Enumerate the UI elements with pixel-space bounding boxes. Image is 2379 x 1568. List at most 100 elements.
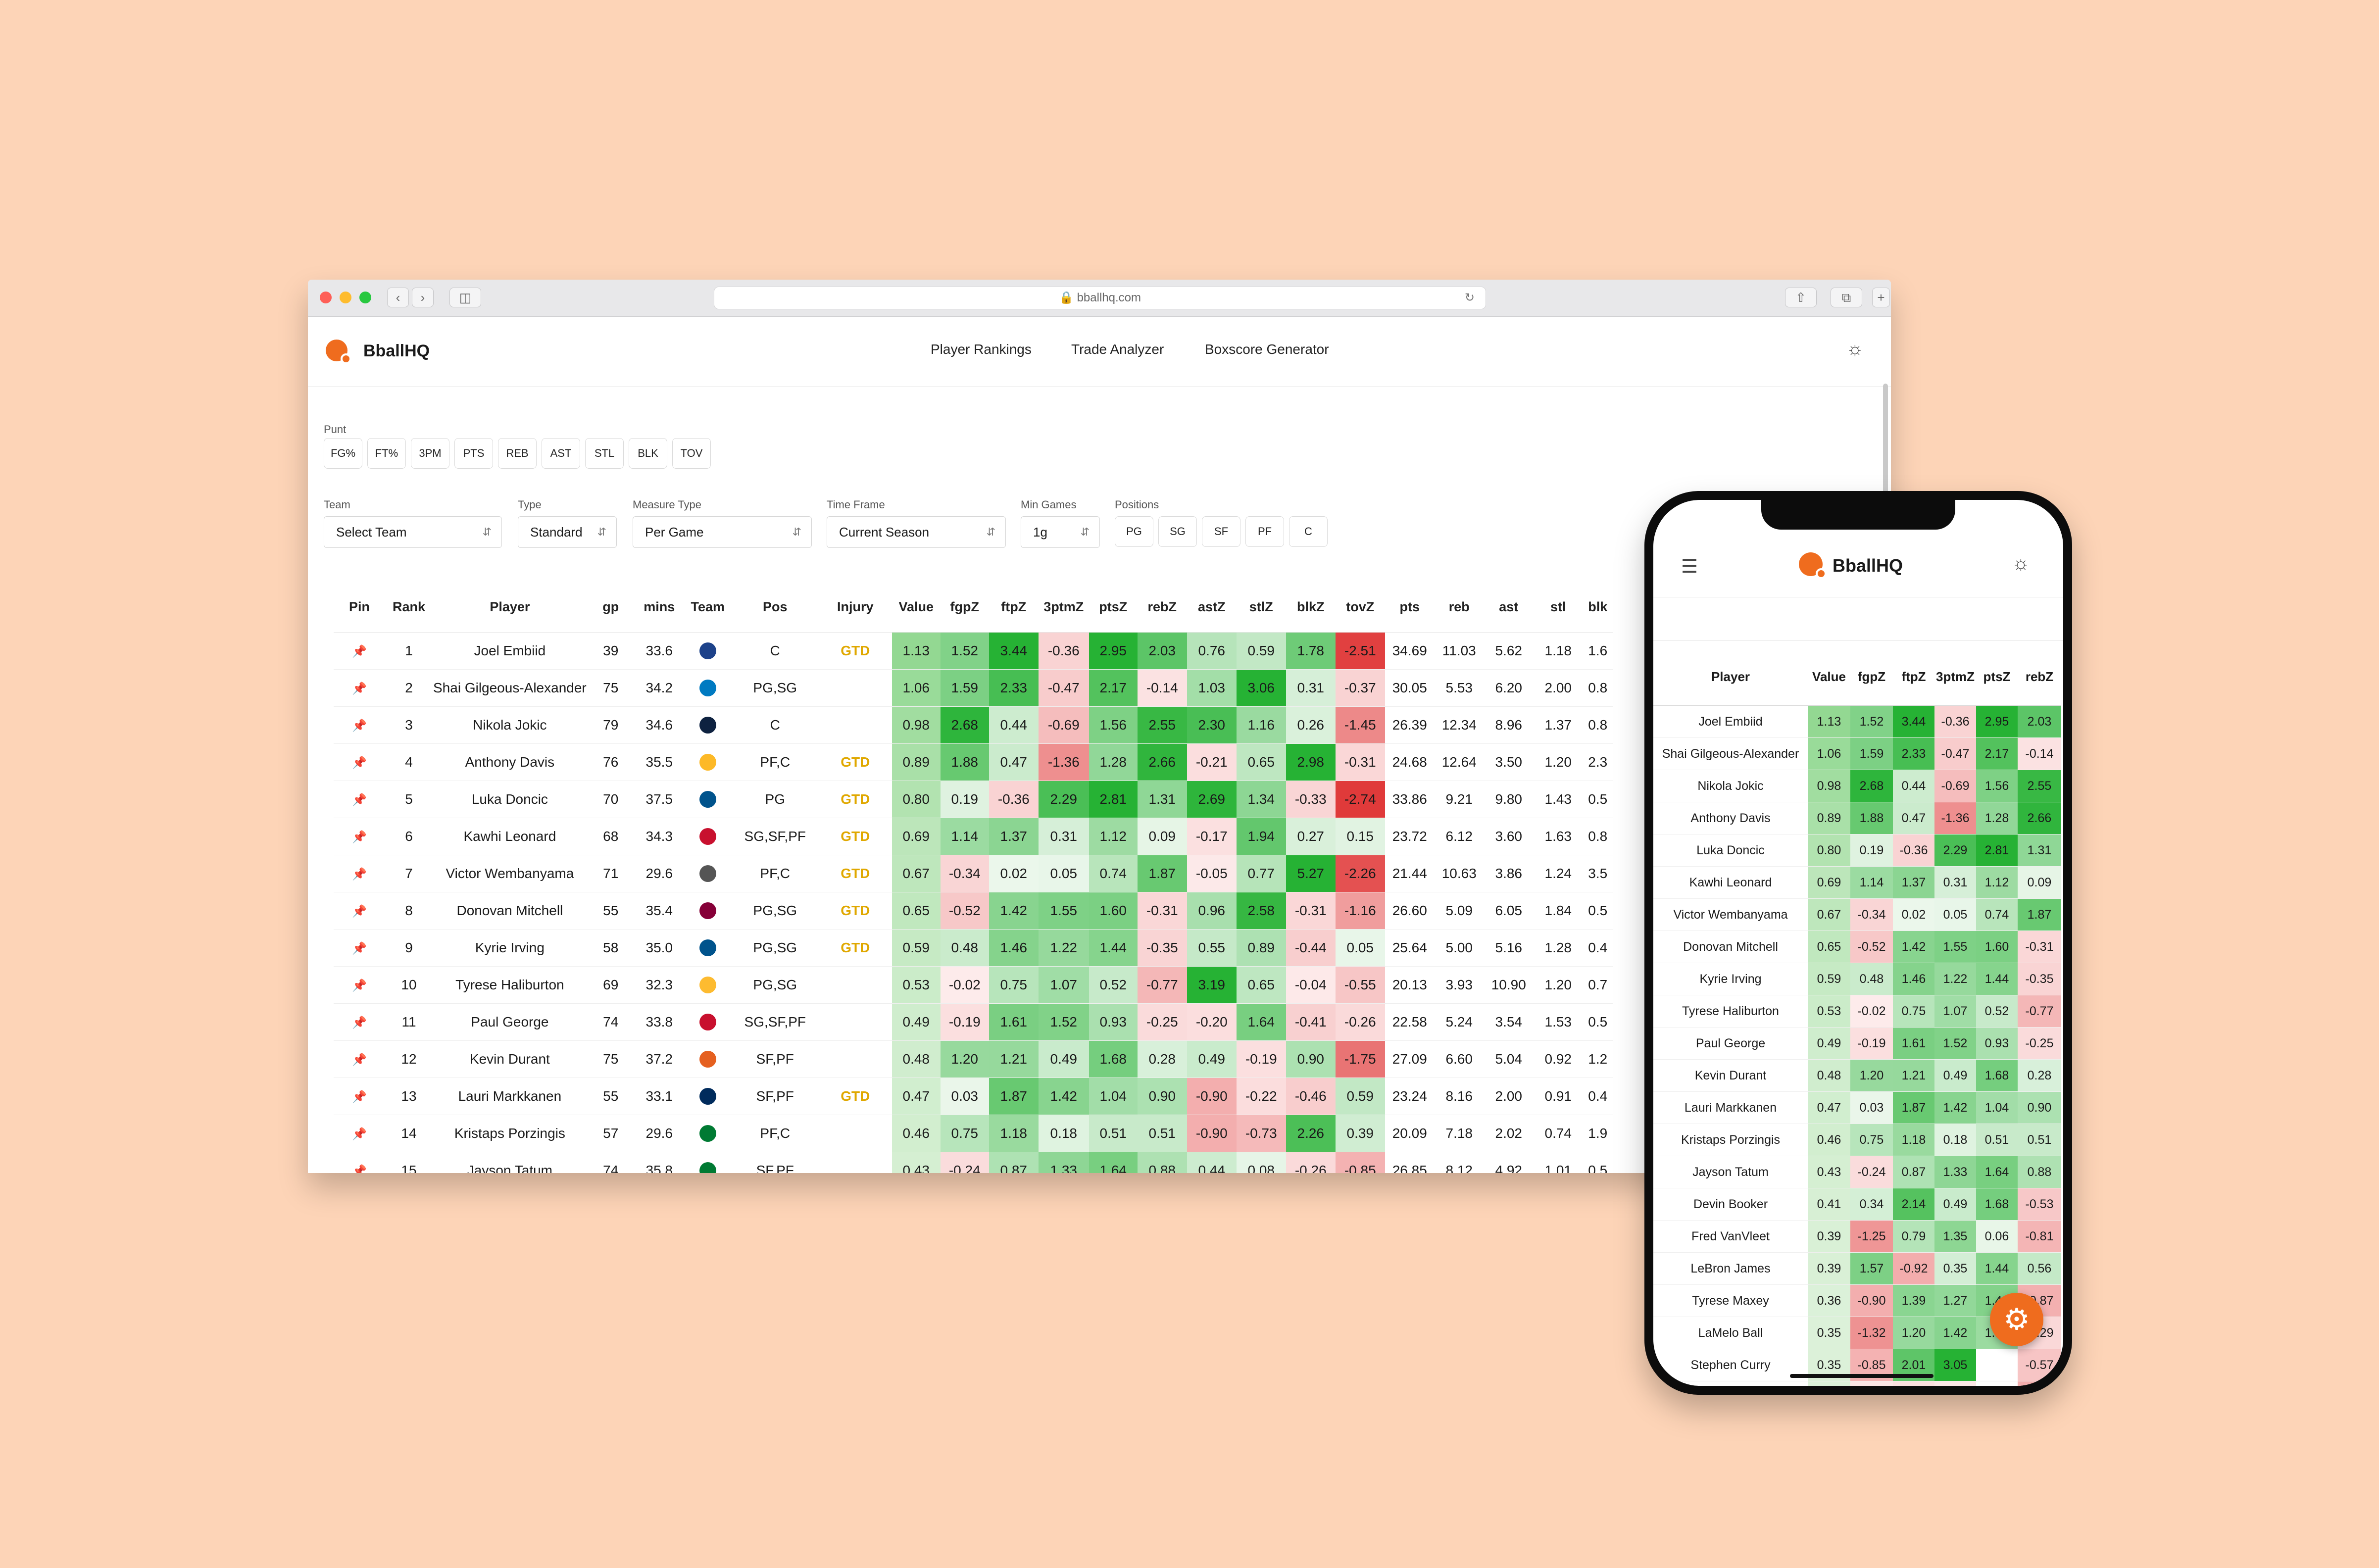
table-row[interactable]: 📌 1 Joel Embiid 39 33.6 C GTD 1.13 1.52 3.44 -0.36… <box>334 632 1613 670</box>
punt-chip-tov[interactable]: TOV <box>672 438 711 469</box>
pin-cell[interactable]: 📌 <box>334 929 385 967</box>
table-row[interactable]: 📌 7 Victor Wembanyama 71 29.6 PF,C GTD 0.67 -0.3… <box>334 855 1613 892</box>
type-select[interactable]: Standard ⇵ <box>518 516 617 548</box>
column-header-blkz[interactable]: blkZ <box>1286 582 1336 633</box>
table-row[interactable]: Anthony Davis 0.89 1.88 0.47 -1.36 1.28 2.66 <box>1653 802 2061 834</box>
column-header-rebz[interactable]: rebZ <box>1137 582 1187 633</box>
pin-cell[interactable]: 📌 <box>334 632 385 670</box>
column-header-reb[interactable]: reb <box>1434 582 1484 633</box>
table-row[interactable]: 📌 13 Lauri Markkanen 55 33.1 SF,PF GTD 0.47 0.03… <box>334 1078 1613 1115</box>
close-window-button[interactable] <box>320 292 332 303</box>
column-header-team[interactable]: Team <box>684 582 732 633</box>
player-name-cell[interactable]: Anthony Davis <box>433 743 587 781</box>
table-row[interactable]: Tyrese Haliburton 0.53 -0.02 0.75 1.07 0.52 -0… <box>1653 995 2061 1028</box>
position-chip-pf[interactable]: PF <box>1245 516 1284 547</box>
column-header-fgpz[interactable]: fgpZ <box>940 582 989 633</box>
column-header-player[interactable]: Player <box>433 582 587 633</box>
theme-toggle-sun-icon[interactable]: ☼ <box>2012 552 2030 575</box>
pin-icon[interactable]: 📌 <box>352 942 367 955</box>
column-header-3ptmz[interactable]: 3ptmZ <box>1038 582 1089 633</box>
phone-brand-name[interactable]: BballHQ <box>1833 555 1903 576</box>
settings-gear-icon[interactable]: ⚙ <box>1990 1293 2043 1346</box>
pin-cell[interactable]: 📌 <box>334 855 385 892</box>
player-name-cell[interactable]: Donovan Mitchell <box>433 892 587 930</box>
player-name-cell[interactable]: Kristaps Porzingis <box>433 1115 587 1152</box>
player-name-cell[interactable]: Shai Gilgeous-Alexander <box>433 669 587 707</box>
pin-icon[interactable]: 📌 <box>352 1053 367 1067</box>
column-header-rank[interactable]: Rank <box>385 582 433 633</box>
column-header-tovz[interactable]: tovZ <box>1335 582 1385 633</box>
table-row[interactable]: Kyrie Irving 0.59 0.48 1.46 1.22 1.44 -0.35 <box>1653 963 2061 995</box>
player-name-cell[interactable]: Tyrese Haliburton <box>433 966 587 1004</box>
table-row[interactable]: Lauri Markkanen 0.47 0.03 1.87 1.42 1.04 0.90 <box>1653 1091 2061 1124</box>
player-name-cell[interactable]: Kyrie Irving <box>433 929 587 967</box>
pin-icon[interactable]: 📌 <box>352 831 367 844</box>
pin-cell[interactable]: 📌 <box>334 1003 385 1041</box>
table-row[interactable]: 📌 3 Nikola Jokic 79 34.6 C 0.98 2.68 0.44 -0.69 1.… <box>334 706 1613 744</box>
player-name-cell[interactable]: Kawhi Leonard <box>433 818 587 855</box>
column-header-fgpz[interactable]: fgpZ <box>1850 648 1893 706</box>
column-header-player[interactable]: Player <box>1653 648 1808 706</box>
punt-chip-blk[interactable]: BLK <box>629 438 667 469</box>
table-row[interactable]: 📌 14 Kristaps Porzingis 57 29.6 PF,C 0.46 0.75 1… <box>334 1115 1613 1152</box>
pin-icon[interactable]: 📌 <box>352 719 367 733</box>
pin-cell[interactable]: 📌 <box>334 1152 385 1173</box>
table-row[interactable]: Fred VanVleet 0.39 -1.25 0.79 1.35 0.06 -0.81 <box>1653 1220 2061 1253</box>
table-row[interactable]: Victor Wembanyama 0.67 -0.34 0.02 0.05 0.74 1.… <box>1653 898 2061 931</box>
brand-name[interactable]: BballHQ <box>363 342 430 361</box>
table-row[interactable]: 📌 8 Donovan Mitchell 55 35.4 PG,SG GTD 0.65 -0.5… <box>334 892 1613 930</box>
pin-icon[interactable]: 📌 <box>352 1165 367 1173</box>
pin-icon[interactable]: 📌 <box>352 1090 367 1104</box>
nav-trade-analyzer[interactable]: Trade Analyzer <box>1071 342 1164 357</box>
column-header-astz[interactable]: astZ <box>1187 582 1237 633</box>
pin-icon[interactable]: 📌 <box>352 645 367 658</box>
table-row[interactable]: 📌 5 Luka Doncic 70 37.5 PG GTD 0.80 0.19 -0.36 2.2… <box>334 781 1613 818</box>
column-header-pos[interactable]: Pos <box>731 582 819 633</box>
pin-cell[interactable]: 📌 <box>334 1078 385 1115</box>
table-row[interactable]: Luka Doncic 0.80 0.19 -0.36 2.29 2.81 1.31 <box>1653 834 2061 867</box>
position-chip-c[interactable]: C <box>1289 516 1328 547</box>
table-row[interactable]: 📌 11 Paul George 74 33.8 SG,SF,PF 0.49 -0.19 1.6… <box>334 1003 1613 1041</box>
team-select[interactable]: Select Team ⇵ <box>324 516 502 548</box>
player-name-cell[interactable]: Joel Embiid <box>433 632 587 670</box>
punt-chip-ast[interactable]: AST <box>542 438 580 469</box>
new-tab-icon[interactable]: + <box>1872 288 1890 307</box>
measure-type-select[interactable]: Per Game ⇵ <box>633 516 812 548</box>
pin-icon[interactable]: 📌 <box>352 682 367 695</box>
column-header-stlz[interactable]: stlZ <box>1236 582 1286 633</box>
punt-chip-pts[interactable]: PTS <box>454 438 493 469</box>
pin-cell[interactable]: 📌 <box>334 966 385 1004</box>
table-row[interactable]: 📌 15 Jayson Tatum 74 35.8 SF,PF 0.43 -0.24 0.87 1… <box>334 1152 1613 1173</box>
sidebar-toggle-icon[interactable]: ◫ <box>449 288 481 307</box>
back-icon[interactable]: ‹ <box>387 288 409 307</box>
forward-icon[interactable]: › <box>412 288 434 307</box>
player-name-cell[interactable]: Jayson Tatum <box>433 1152 587 1173</box>
punt-chip-stl[interactable]: STL <box>585 438 624 469</box>
column-header-3ptmz[interactable]: 3ptmZ <box>1934 648 1976 706</box>
pin-cell[interactable]: 📌 <box>334 1040 385 1078</box>
player-name-cell[interactable]: Luka Doncic <box>433 781 587 818</box>
table-row[interactable]: Nikola Jokic 0.98 2.68 0.44 -0.69 1.56 2.55 <box>1653 770 2061 802</box>
time-frame-select[interactable]: Current Season ⇵ <box>827 516 1006 548</box>
pin-icon[interactable]: 📌 <box>352 1127 367 1141</box>
minimize-window-button[interactable] <box>340 292 351 303</box>
table-row[interactable]: Shai Gilgeous-Alexander 1.06 1.59 2.33 -0.47… <box>1653 737 2061 770</box>
column-header-injury[interactable]: Injury <box>818 582 892 633</box>
column-header-value[interactable]: Value <box>1808 648 1850 706</box>
column-header-pin[interactable]: Pin <box>334 582 385 633</box>
nav-boxscore-generator[interactable]: Boxscore Generator <box>1205 342 1329 357</box>
column-header-stl[interactable]: stl <box>1533 582 1583 633</box>
column-header-ptsz[interactable]: ptsZ <box>1976 648 2018 706</box>
table-row[interactable]: Scottie Barnes0.34-0.09-0.18-0.07 -0.92 <box>1653 1381 2061 1386</box>
column-header-ftpz[interactable]: ftpZ <box>1893 648 1934 706</box>
pin-icon[interactable]: 📌 <box>352 793 367 807</box>
table-row[interactable]: 📌 6 Kawhi Leonard 68 34.3 SG,SF,PF GTD 0.69 1.14… <box>334 818 1613 855</box>
pin-cell[interactable]: 📌 <box>334 781 385 818</box>
column-header-mins[interactable]: mins <box>634 582 684 633</box>
player-name-cell[interactable]: Nikola Jokic <box>433 706 587 744</box>
reload-icon[interactable]: ↻ <box>1465 287 1475 309</box>
min-games-select[interactable]: 1g ⇵ <box>1021 516 1100 548</box>
theme-toggle-sun-icon[interactable]: ☼ <box>1846 339 1864 360</box>
table-row[interactable]: Paul George 0.49 -0.19 1.61 1.52 0.93 -0.25 <box>1653 1027 2061 1060</box>
column-header-ptsz[interactable]: ptsZ <box>1089 582 1138 633</box>
